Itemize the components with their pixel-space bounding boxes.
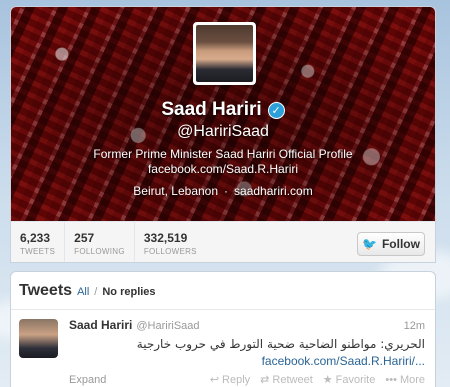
location-separator: ·	[224, 184, 229, 198]
stat-tweets[interactable]: 6,233 TWEETS	[11, 222, 66, 262]
favorite-action[interactable]: ★ Favorite	[322, 373, 376, 387]
star-icon: ★	[322, 374, 333, 386]
profile-handle: @HaririSaad	[177, 123, 269, 140]
tweet-avatar[interactable]	[19, 319, 58, 358]
more-icon: •••	[385, 373, 397, 386]
expand-link[interactable]: Expand	[69, 374, 106, 386]
reply-action[interactable]: ↩ Reply	[209, 373, 251, 387]
reply-icon: ↩	[209, 374, 220, 386]
profile-card: Saad Hariri ✓ @HaririSaad Former Prime M…	[10, 6, 436, 263]
follow-button-label: Follow	[381, 237, 420, 251]
more-action[interactable]: ••• More	[385, 373, 425, 386]
stat-tweets-label: TWEETS	[20, 246, 56, 256]
reply-label: Reply	[222, 373, 251, 386]
profile-bio-link[interactable]: facebook.com/Saad.R.Hariri	[11, 162, 435, 176]
tweet-header: Saad Hariri @HaririSaad 12m	[69, 318, 425, 332]
stat-followers[interactable]: 332,519 FOLLOWERS	[135, 222, 206, 262]
tweet-timestamp[interactable]: 12m	[404, 320, 425, 332]
profile-info: Saad Hariri ✓ @HaririSaad Former Prime M…	[11, 99, 435, 198]
retweet-action[interactable]: ⇄ Retweet	[260, 373, 313, 387]
profile-location-row: Beirut, Lebanon · saadhariri.com	[11, 184, 435, 198]
stat-following[interactable]: 257 FOLLOWING	[65, 222, 135, 262]
tweets-title: Tweets	[19, 282, 73, 299]
stat-following-value: 257	[74, 230, 95, 245]
profile-name-row: Saad Hariri ✓	[11, 99, 435, 121]
filter-no-replies[interactable]: No replies	[102, 286, 155, 298]
tweet-author-name[interactable]: Saad Hariri	[69, 318, 132, 332]
filter-all-link[interactable]: All	[77, 286, 89, 298]
tweets-timeline: Tweets All / No replies Saad Hariri @Har…	[10, 271, 436, 387]
retweet-label: Retweet	[272, 373, 313, 386]
retweet-icon: ⇄	[260, 374, 270, 386]
stat-followers-value: 332,519	[143, 230, 188, 245]
follow-button[interactable]: 🐦 Follow	[357, 232, 425, 256]
filter-separator: /	[94, 286, 98, 298]
tweet-text: الحريري: مواطنو الضاحية ضحية التورط في ح…	[136, 337, 425, 351]
verified-check-icon: ✓	[267, 101, 285, 119]
tweet-item[interactable]: Saad Hariri @HaririSaad 12m الحريري: موا…	[11, 310, 435, 387]
favorite-label: Favorite	[335, 373, 376, 386]
tweet-actions: ↩ Reply ⇄ Retweet ★ Favorite ••• More	[209, 373, 425, 387]
tweets-header: Tweets All / No replies	[11, 272, 435, 310]
tweet-author-handle[interactable]: @HaririSaad	[136, 320, 199, 332]
tweet-link[interactable]: facebook.com/Saad.R.Hariri/...	[69, 354, 425, 368]
profile-stats-bar: 6,233 TWEETS 257 FOLLOWING 332,519 FOLLO…	[11, 221, 435, 262]
profile-name: Saad Hariri	[161, 99, 262, 120]
profile-location: Beirut, Lebanon	[133, 184, 219, 198]
avatar-photo	[196, 25, 253, 82]
stat-tweets-value: 6,233	[20, 230, 51, 245]
profile-website-link[interactable]: saadhariri.com	[234, 184, 313, 198]
profile-avatar[interactable]	[193, 22, 256, 85]
stat-followers-label: FOLLOWERS	[143, 246, 197, 256]
profile-bio: Former Prime Minister Saad Hariri Offici…	[93, 147, 353, 161]
bird-icon: 🐦	[362, 237, 377, 251]
more-label: More	[399, 373, 425, 386]
stat-following-label: FOLLOWING	[74, 246, 125, 256]
